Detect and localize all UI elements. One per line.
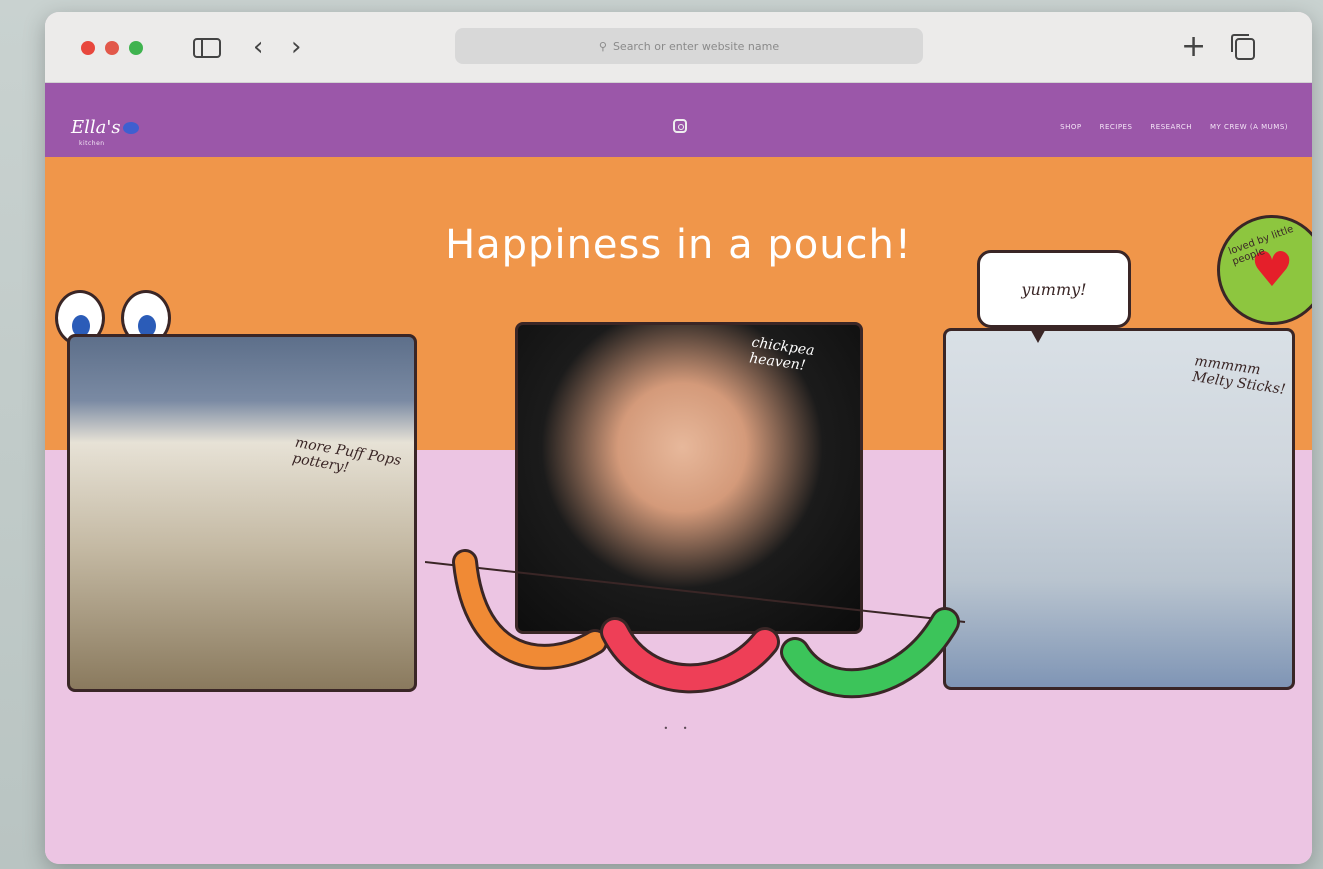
carousel-pager[interactable]: • • — [45, 724, 1312, 733]
address-bar[interactable]: ⚲ Search or enter website name — [455, 28, 923, 64]
nav-link-shop[interactable]: shop — [1060, 123, 1081, 131]
minimize-window-button[interactable] — [105, 41, 119, 55]
logo-text: Ella's — [71, 117, 121, 138]
snack-ribbon-illustration — [425, 549, 966, 699]
forward-icon[interactable]: › — [291, 32, 301, 62]
main-nav: shop recipes research my CREW (a mums) — [1060, 123, 1288, 131]
address-placeholder: Search or enter website name — [612, 39, 780, 53]
close-window-button[interactable] — [81, 41, 95, 55]
speech-bubble: yummy! — [977, 250, 1131, 343]
new-tab-icon[interactable]: + — [1181, 32, 1206, 62]
site-navbar: Ella's kitchen shop recipes research my … — [45, 83, 1312, 157]
browser-window: ‹ › ⚲ Search or enter website name + Ell… — [45, 12, 1312, 864]
tabs-overview-icon[interactable] — [1231, 34, 1255, 60]
logo-badge-icon — [122, 122, 139, 134]
hero-photo-puff-pops — [67, 334, 417, 692]
nav-link-research[interactable]: research — [1150, 123, 1192, 131]
sidebar-icon[interactable] — [193, 38, 221, 58]
logo-subtitle: kitchen — [79, 140, 105, 147]
browser-toolbar: ‹ › ⚲ Search or enter website name + — [45, 12, 1312, 83]
nav-link-crew[interactable]: my CREW (a mums) — [1210, 123, 1288, 131]
search-icon: ⚲ — [598, 39, 607, 53]
nav-link-recipes[interactable]: recipes — [1100, 123, 1133, 131]
instagram-icon[interactable] — [673, 119, 687, 133]
back-icon[interactable]: ‹ — [253, 32, 263, 62]
site-logo[interactable]: Ella's — [71, 117, 139, 138]
zoom-window-button[interactable] — [129, 41, 143, 55]
